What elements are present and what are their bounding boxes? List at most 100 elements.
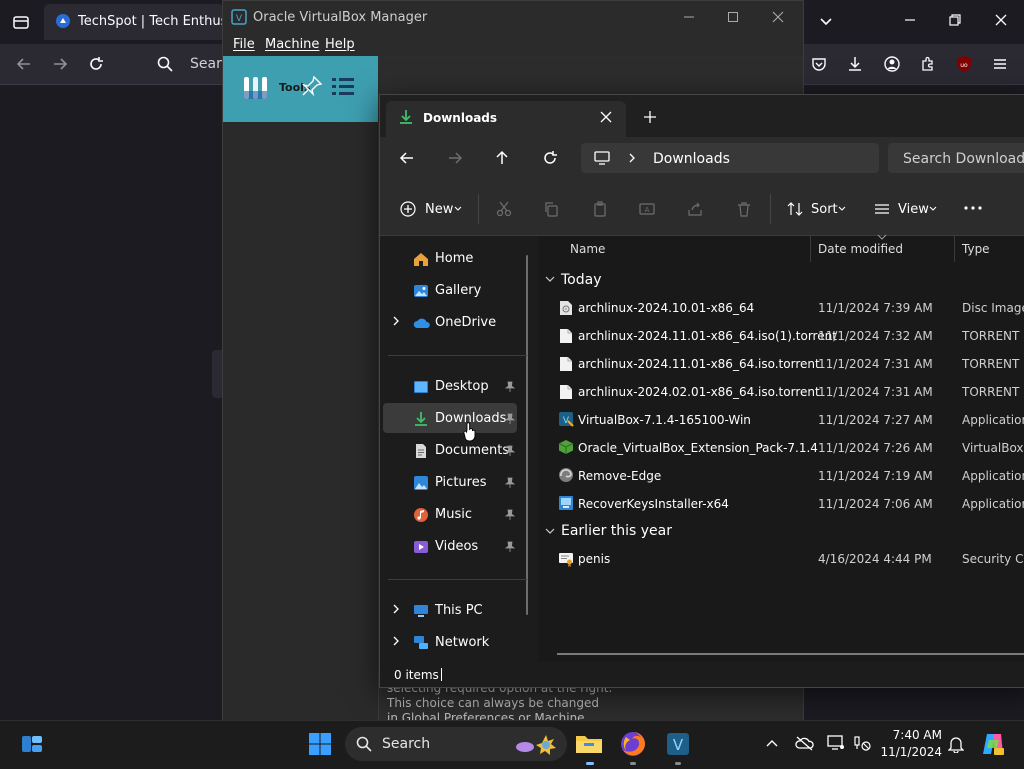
sort-button[interactable]: Sort [811,202,838,217]
pictures-icon [413,475,429,491]
display-icon[interactable] [827,735,845,751]
account-icon[interactable] [884,56,900,72]
share-icon[interactable] [687,201,703,217]
menu-file[interactable]: File [233,37,255,52]
file-name: Remove-Edge [578,469,662,483]
refresh-icon[interactable] [542,150,558,166]
view-button[interactable]: View [898,202,929,217]
download-icon [413,411,429,427]
network-icon [413,635,429,651]
onedrive-offline-icon[interactable] [795,735,815,751]
column-divider[interactable] [954,236,955,262]
new-chevron-icon[interactable] [454,205,462,213]
new-plus-icon[interactable] [400,201,416,217]
start-windows-icon[interactable] [308,732,332,756]
menu-help[interactable]: Help [325,37,355,52]
navigation-scrollbar[interactable] [526,255,528,615]
pin-icon[interactable] [301,75,323,97]
cut-icon[interactable] [496,201,512,217]
group-header-today[interactable]: Today [561,272,602,288]
pinned-icon[interactable] [505,381,515,393]
tab-overview-icon[interactable] [12,13,30,31]
virtualbox-installer-icon: V [558,411,574,427]
extensions-icon[interactable] [920,56,936,72]
search-input[interactable]: Search Downloads [903,151,1024,167]
new-button[interactable]: New [425,202,453,217]
vbox-close-icon[interactable] [772,11,784,23]
file-explorer-taskbar-icon[interactable] [575,730,603,756]
vbox-minimize-icon[interactable] [683,11,695,23]
tab-list-chevron-icon[interactable] [818,13,834,29]
up-icon[interactable] [494,150,510,166]
group-collapse-chevron-icon[interactable] [545,527,555,535]
pinned-icon[interactable] [505,477,515,489]
horizontal-scrollbar[interactable] [557,653,1024,655]
pocket-icon[interactable] [811,56,827,72]
status-separator [441,668,442,681]
pinned-icon[interactable] [505,541,515,553]
clock-date[interactable]: 11/1/2024 [880,745,942,759]
menu-machine[interactable]: Machine [265,37,319,52]
sort-chevron-icon[interactable] [838,205,846,213]
view-icon[interactable] [874,201,890,217]
file-date: 11/1/2024 7:19 AM [818,469,933,483]
delete-icon[interactable] [736,201,752,217]
ublock-origin-icon[interactable]: uo [955,55,973,73]
copy-icon[interactable] [543,201,559,217]
widgets-icon[interactable] [20,733,44,755]
back-arrow-icon[interactable] [16,56,32,72]
forward-arrow-icon[interactable] [52,56,68,72]
vbox-machine-list[interactable] [223,122,379,721]
pinned-icon[interactable] [505,445,515,457]
column-header-name[interactable]: Name [570,242,605,256]
nav-label: Home [435,251,474,266]
reload-icon[interactable] [88,56,104,72]
show-hidden-icons-chevron-icon[interactable] [766,738,778,748]
list-menu-icon[interactable] [331,76,355,98]
firefox-icon[interactable] [620,731,646,757]
downloads-icon[interactable] [847,56,863,72]
virtualbox-taskbar-icon[interactable]: V [665,731,691,757]
address-bar[interactable] [581,143,879,173]
running-app-indicator [630,762,636,765]
monitor-icon [594,150,610,166]
view-chevron-icon[interactable] [929,205,937,213]
table-row[interactable] [542,545,1024,573]
browser-minimize-icon[interactable] [903,13,917,27]
browser-close-icon[interactable] [994,13,1008,27]
column-divider[interactable] [810,236,811,262]
file-name: Oracle_VirtualBox_Extension_Pack-7.1.4 [578,441,818,455]
home-icon [413,251,429,267]
nav-label: Network [435,635,490,650]
column-header-type[interactable]: Type [962,242,990,256]
back-icon[interactable] [399,150,415,166]
file-type: Disc Image File [962,301,1024,315]
more-options-icon[interactable] [964,205,982,211]
svg-text:A: A [645,206,650,214]
close-tab-icon[interactable] [600,111,612,123]
column-header-date[interactable]: Date modified [818,242,903,256]
explorer-tab-downloads[interactable] [386,101,626,137]
vbox-maximize-icon[interactable] [727,11,739,23]
taskbar-search-input[interactable]: Search [382,736,430,752]
paste-icon[interactable] [592,201,608,217]
copilot-icon[interactable] [980,731,1006,757]
pinned-icon[interactable] [505,509,515,521]
pinned-icon[interactable] [505,413,515,425]
breadcrumb-chevron-icon[interactable] [627,152,637,164]
new-tab-icon[interactable] [643,110,657,124]
file-name: VirtualBox-7.1.4-165100-Win [578,413,751,427]
network-disconnected-icon[interactable] [852,735,872,751]
group-collapse-chevron-icon[interactable] [545,275,555,283]
forward-icon[interactable] [447,150,463,166]
rename-icon[interactable]: A [639,201,655,217]
browser-sidebar-handle[interactable] [212,350,222,398]
group-header-earlier-this-year[interactable]: Earlier this year [561,523,672,539]
svg-text:V: V [673,736,684,754]
clock-time[interactable]: 7:40 AM [880,728,942,742]
browser-restore-icon[interactable] [948,13,962,27]
hamburger-menu-icon[interactable] [992,56,1008,72]
notification-bell-icon[interactable] [948,735,964,753]
breadcrumb-downloads[interactable]: Downloads [653,151,730,167]
sort-icon[interactable] [787,201,803,217]
